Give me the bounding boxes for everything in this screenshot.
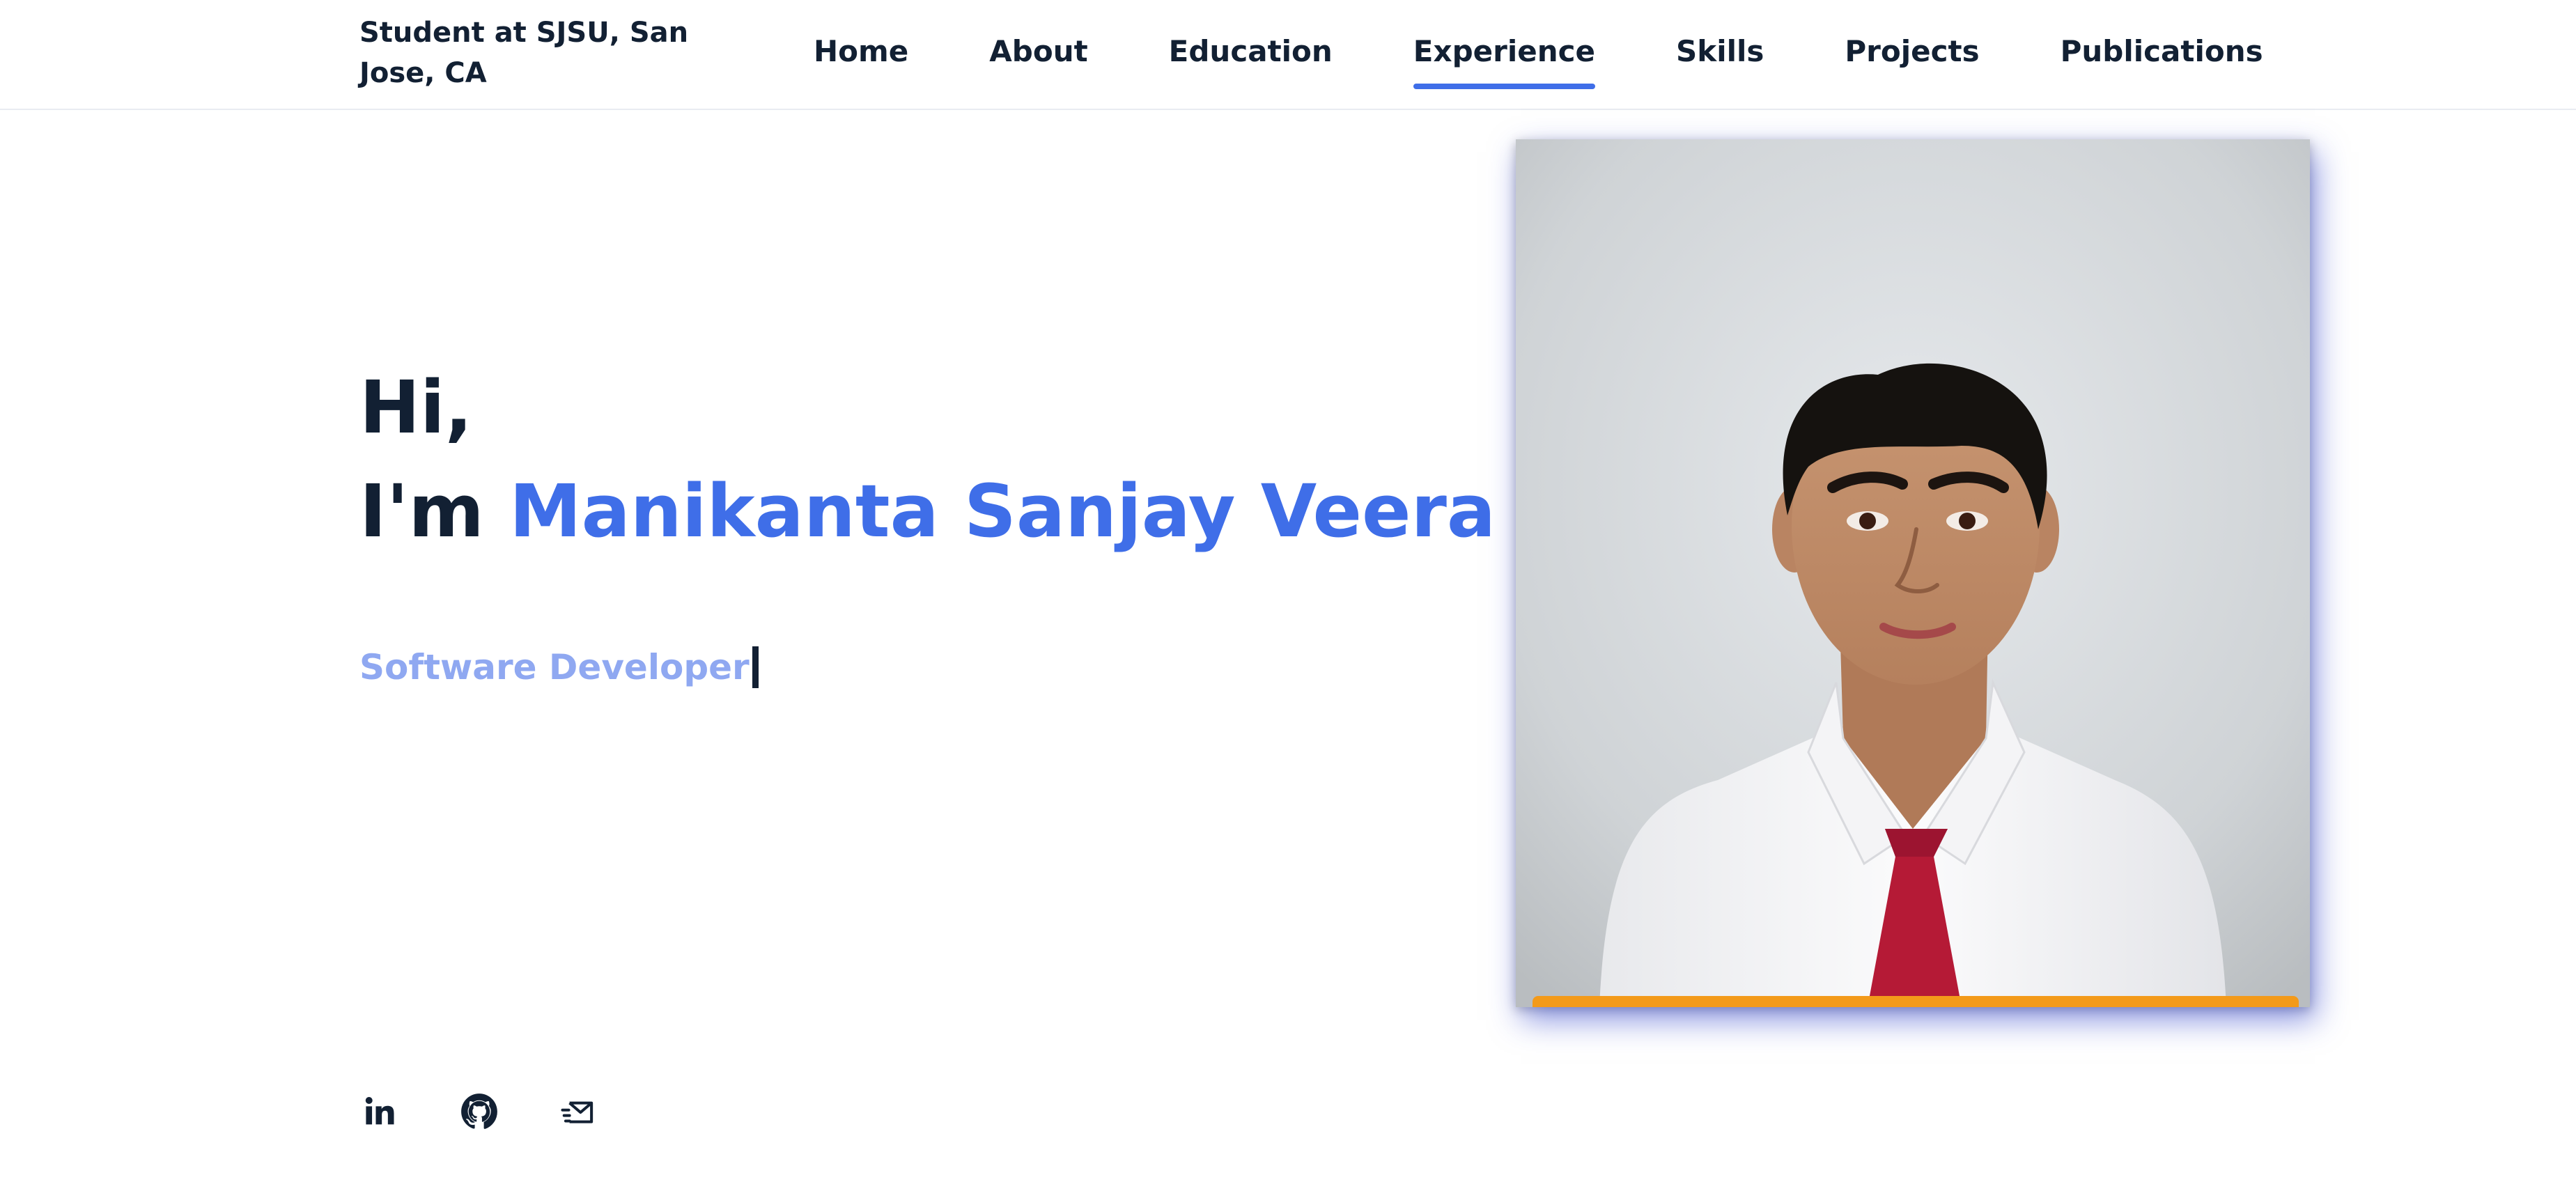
- github-icon: [461, 1093, 497, 1129]
- hero-greeting: Hi,: [359, 365, 473, 450]
- linkedin-link[interactable]: [359, 1091, 401, 1132]
- nav-experience[interactable]: Experience: [1413, 28, 1596, 89]
- hero-name: Manikanta Sanjay Veera: [509, 469, 1496, 554]
- mail-icon: [561, 1101, 593, 1123]
- typing-cursor: [752, 646, 759, 688]
- github-link[interactable]: [458, 1091, 500, 1132]
- nav-projects[interactable]: Projects: [1845, 28, 1979, 77]
- linkedin-icon: [365, 1096, 394, 1125]
- intro-prefix: I'm: [359, 469, 484, 554]
- hero-headline: I'm Manikanta Sanjay Veera: [359, 453, 1496, 570]
- nav-education[interactable]: Education: [1169, 28, 1333, 77]
- nav-skills[interactable]: Skills: [1676, 28, 1764, 77]
- email-link[interactable]: [557, 1091, 599, 1132]
- brand-tagline: Student at SJSU, San Jose, CA: [359, 17, 689, 89]
- social-links: [359, 1091, 656, 1132]
- hero-intro: Hi, I'm Manikanta Sanjay Veera: [359, 362, 1496, 570]
- photo-accent-bar: [1533, 996, 2299, 1007]
- nav-home[interactable]: Home: [814, 28, 908, 77]
- site-header: Student at SJSU, San Jose, CA Home About…: [0, 0, 2576, 110]
- nav-about[interactable]: About: [989, 28, 1087, 77]
- nav-publications[interactable]: Publications: [2061, 28, 2263, 77]
- profile-photo: [1516, 139, 2310, 1007]
- typed-role: Software Developer: [359, 642, 759, 692]
- role-text: Software Developer: [359, 647, 750, 687]
- main-nav: Home About Education Experience Skills P…: [814, 28, 2263, 89]
